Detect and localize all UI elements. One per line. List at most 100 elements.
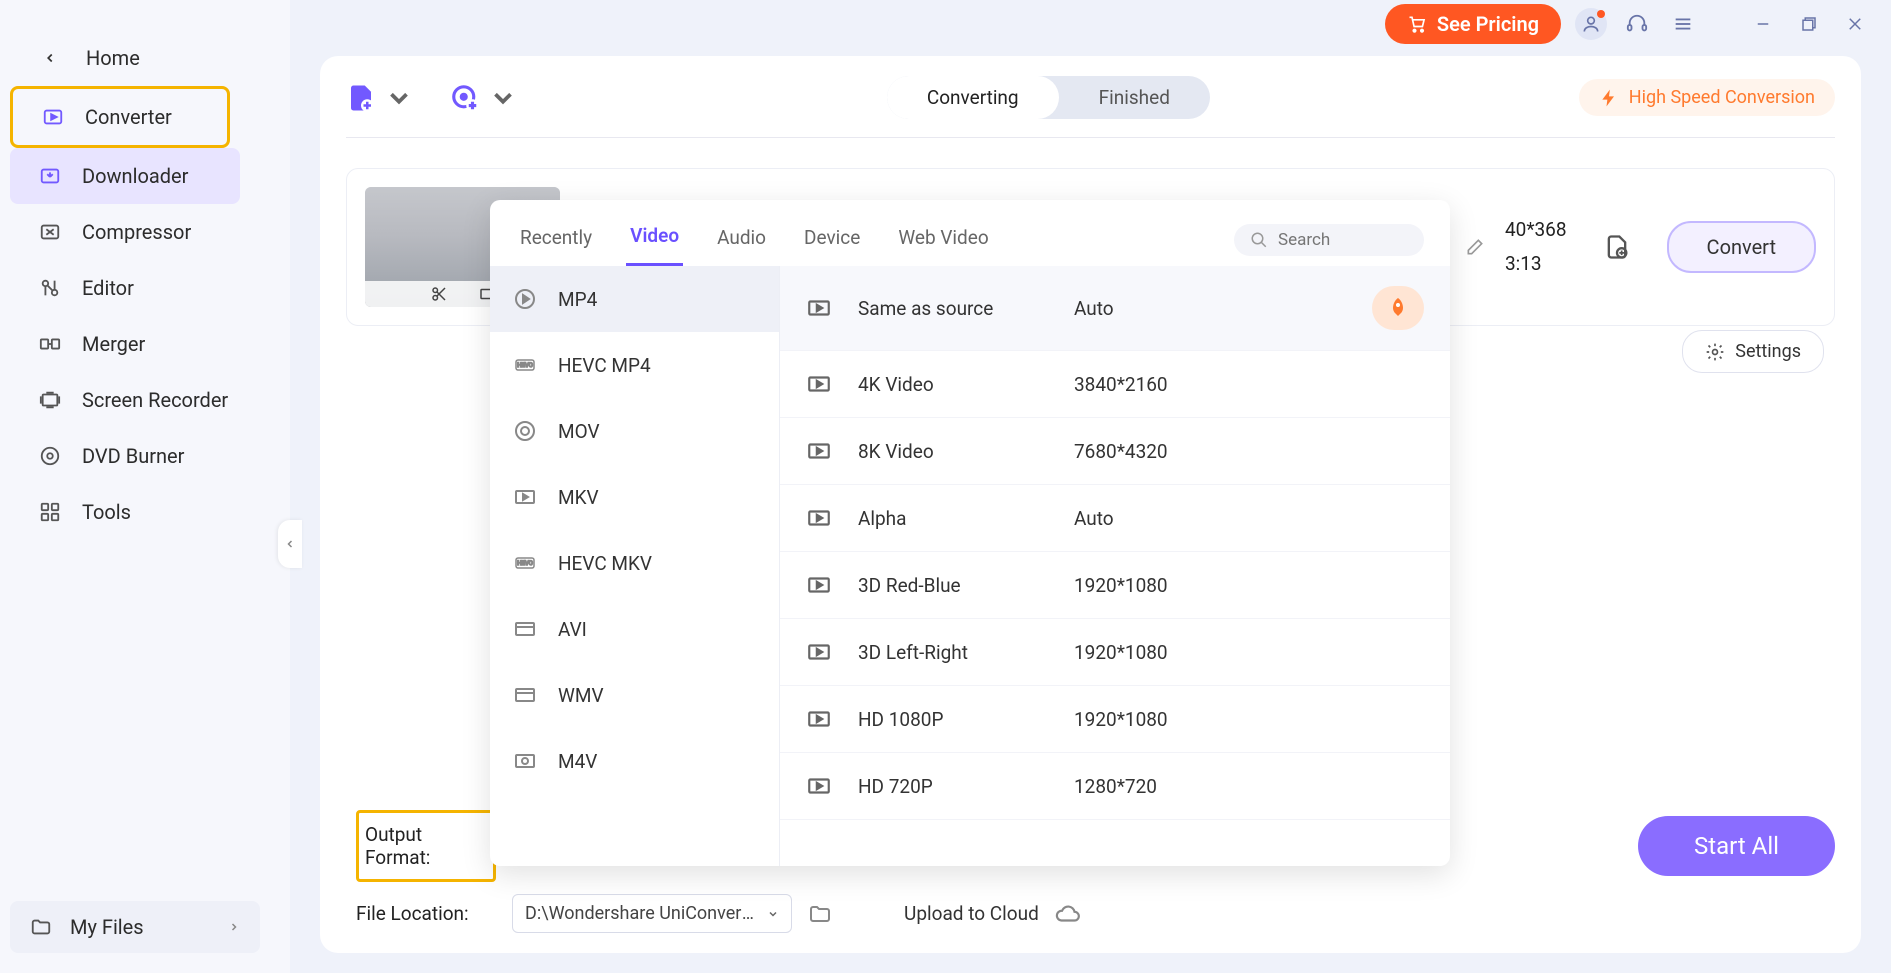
sidebar-item-screen-recorder[interactable]: Screen Recorder	[10, 372, 280, 428]
my-files-button[interactable]: My Files	[10, 901, 260, 953]
add-disc-button[interactable]	[450, 83, 518, 113]
search-icon	[1250, 231, 1268, 249]
window-topbar: See Pricing	[1385, 4, 1871, 44]
format-list: MP4 HEVC HEVC MP4 MOV MKV HEVC HEVC MKV …	[490, 266, 780, 866]
video-format-icon	[512, 682, 538, 708]
sidebar-label: Editor	[82, 276, 134, 300]
file-resolution: 40*368	[1505, 213, 1567, 247]
sidebar-label: DVD Burner	[82, 444, 184, 468]
sidebar-label: Converter	[85, 105, 172, 129]
sidebar-label: Home	[86, 46, 140, 70]
dvd-icon	[38, 444, 62, 468]
sidebar-item-dvd-burner[interactable]: DVD Burner	[10, 428, 280, 484]
format-item-mp4[interactable]: MP4	[490, 266, 779, 332]
format-item-avi[interactable]: AVI	[490, 596, 779, 662]
chevron-left-icon	[38, 46, 62, 70]
settings-label: Settings	[1735, 341, 1801, 362]
play-box-icon	[806, 438, 832, 464]
downloader-icon	[38, 164, 62, 188]
output-format-label: Output Format:	[356, 810, 496, 882]
close-button[interactable]	[1839, 8, 1871, 40]
popup-tab-device[interactable]: Device	[800, 216, 864, 265]
sidebar-item-merger[interactable]: Merger	[10, 316, 280, 372]
add-file-icon	[346, 83, 376, 113]
my-files-label: My Files	[70, 915, 144, 939]
segment-converting[interactable]: Converting	[887, 76, 1059, 119]
folder-icon	[30, 916, 52, 938]
high-speed-conversion-button[interactable]: High Speed Conversion	[1579, 79, 1835, 116]
lightning-icon	[1599, 88, 1619, 108]
add-file-button[interactable]	[346, 83, 414, 113]
popup-tab-video[interactable]: Video	[626, 214, 683, 266]
format-item-mov[interactable]: MOV	[490, 398, 779, 464]
file-meta: 40*368 3:13	[1505, 213, 1567, 281]
popup-tab-audio[interactable]: Audio	[713, 216, 770, 265]
play-box-icon	[806, 371, 832, 397]
menu-icon[interactable]	[1667, 8, 1699, 40]
resolution-item[interactable]: 8K Video 7680*4320	[780, 418, 1450, 485]
resolution-item[interactable]: 3D Left-Right 1920*1080	[780, 619, 1450, 686]
toolbar: Converting Finished High Speed Conversio…	[346, 76, 1835, 138]
chevron-down-icon	[488, 83, 518, 113]
notification-dot	[1597, 10, 1605, 18]
account-icon[interactable]	[1575, 8, 1607, 40]
cloud-icon[interactable]	[1055, 901, 1081, 927]
chevron-right-icon	[228, 921, 240, 933]
maximize-button[interactable]	[1793, 8, 1825, 40]
resolution-item[interactable]: Alpha Auto	[780, 485, 1450, 552]
popup-tab-web-video[interactable]: Web Video	[894, 216, 992, 265]
resolution-item[interactable]: 4K Video 3840*2160	[780, 351, 1450, 418]
high-speed-label: High Speed Conversion	[1629, 87, 1815, 108]
resolution-item[interactable]: HD 1080P 1920*1080	[780, 686, 1450, 753]
video-format-icon	[512, 616, 538, 642]
cart-icon	[1407, 14, 1427, 34]
sidebar-item-compressor[interactable]: Compressor	[10, 204, 280, 260]
video-format-icon	[512, 748, 538, 774]
sidebar-item-tools[interactable]: Tools	[10, 484, 280, 540]
format-search-input[interactable]	[1278, 230, 1398, 250]
editor-icon	[38, 276, 62, 300]
play-box-icon	[806, 295, 832, 321]
sidebar-collapse-button[interactable]	[278, 520, 302, 568]
resolution-item[interactable]: Same as source Auto	[780, 266, 1450, 351]
see-pricing-button[interactable]: See Pricing	[1385, 4, 1561, 44]
sidebar-item-downloader[interactable]: Downloader	[10, 148, 240, 204]
format-item-wmv[interactable]: WMV	[490, 662, 779, 728]
edit-title-icon[interactable]	[1465, 237, 1485, 257]
play-box-icon	[806, 773, 832, 799]
resolution-item[interactable]: 3D Red-Blue 1920*1080	[780, 552, 1450, 619]
file-duration: 3:13	[1505, 247, 1567, 281]
play-box-icon	[806, 639, 832, 665]
format-search[interactable]	[1234, 224, 1424, 256]
video-format-icon	[512, 418, 538, 444]
output-settings-icon[interactable]	[1603, 233, 1631, 261]
open-folder-icon[interactable]	[808, 902, 832, 926]
popup-tab-recently[interactable]: Recently	[516, 216, 596, 265]
file-location-select[interactable]: D:\Wondershare UniConverter 1	[512, 894, 792, 933]
format-item-hevc-mp4[interactable]: HEVC HEVC MP4	[490, 332, 779, 398]
support-icon[interactable]	[1621, 8, 1653, 40]
sidebar-item-editor[interactable]: Editor	[10, 260, 280, 316]
boost-icon[interactable]	[1372, 286, 1424, 330]
format-item-mkv[interactable]: MKV	[490, 464, 779, 530]
sidebar-label: Downloader	[82, 164, 188, 188]
segment-finished[interactable]: Finished	[1059, 76, 1210, 119]
merger-icon	[38, 332, 62, 356]
add-disc-icon	[450, 83, 480, 113]
start-all-button[interactable]: Start All	[1638, 816, 1835, 876]
settings-button[interactable]: Settings	[1682, 330, 1824, 373]
convert-button[interactable]: Convert	[1667, 221, 1816, 273]
file-location-label: File Location:	[356, 902, 496, 925]
trim-icon[interactable]	[430, 285, 448, 303]
converter-icon	[41, 105, 65, 129]
resolution-item[interactable]: HD 720P 1280*720	[780, 753, 1450, 820]
minimize-button[interactable]	[1747, 8, 1779, 40]
format-popup: Recently Video Audio Device Web Video MP…	[490, 200, 1450, 866]
format-item-hevc-mkv[interactable]: HEVC HEVC MKV	[490, 530, 779, 596]
sidebar-label: Screen Recorder	[82, 388, 228, 412]
see-pricing-label: See Pricing	[1437, 12, 1539, 36]
sidebar-item-home[interactable]: Home	[10, 30, 280, 86]
sidebar-item-converter[interactable]: Converter	[10, 86, 230, 148]
format-item-m4v[interactable]: M4V	[490, 728, 779, 794]
svg-text:HEVC: HEVC	[517, 362, 532, 369]
